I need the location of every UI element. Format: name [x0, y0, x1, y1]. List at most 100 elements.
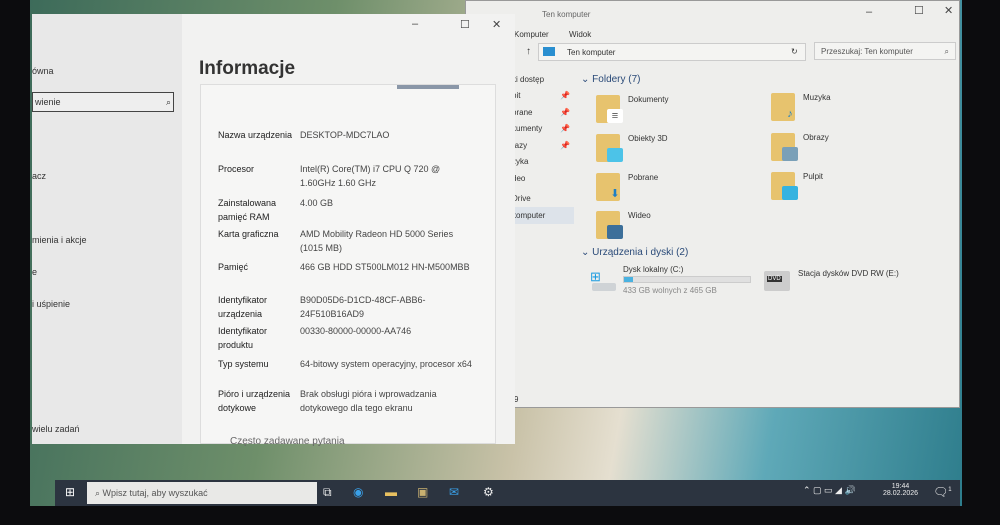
- spec-row: Identyfikator produktu 00330-80000-00000-…: [218, 324, 478, 352]
- tab-widok[interactable]: Widok: [569, 30, 591, 39]
- folder-pobrane[interactable]: ⬇ Pobrane: [596, 173, 658, 201]
- tab-komputer[interactable]: Komputer: [514, 30, 549, 39]
- maximize-button[interactable]: ☐: [914, 4, 924, 17]
- maximize-button[interactable]: ☐: [460, 18, 470, 31]
- sidebar-item-power-sleep[interactable]: i uśpienie: [32, 299, 70, 309]
- minimize-button[interactable]: –: [412, 18, 418, 30]
- spec-label: Karta graficzna: [218, 229, 279, 239]
- sidebar-item[interactable]: acz: [32, 171, 46, 181]
- page-title: Informacje: [199, 58, 296, 79]
- folder-obiekty-3d[interactable]: Obiekty 3D: [596, 134, 668, 162]
- navigation-pane: ki dostęp pit 📌 orane 📌 kumenty 📌 razy 📌 zyk…: [506, 71, 574, 224]
- settings-sidebar: ówna wienie ⌕ acz mienia i akcje e i uśpi…: [32, 14, 182, 444]
- scroll-indicator[interactable]: [397, 85, 459, 89]
- search-icon: ⌕: [165, 97, 171, 107]
- music-icon: ♪: [771, 93, 795, 121]
- nav-item[interactable]: Drive: [506, 191, 574, 208]
- system-tray-icons[interactable]: ⌃ ▢ ▭ ◢ 🔊: [803, 485, 856, 496]
- drive-c-usage-bar: [623, 276, 751, 283]
- document-icon: ≡: [596, 95, 623, 123]
- folder-pulpit[interactable]: Pulpit: [771, 172, 823, 200]
- spec-row: Typ systemu 64-bitowy system operacyjny, …: [218, 357, 478, 371]
- spec-value: DESKTOP-MDC7LAO: [300, 130, 390, 140]
- spec-value: 466 GB HDD ST500LM012 HN-M500MBB: [300, 262, 470, 272]
- store-icon[interactable]: ▣: [417, 485, 428, 499]
- file-explorer-window: Ten komputer – ☐ ✕ Komputer Widok ↑ Ten …: [465, 0, 960, 408]
- nav-item[interactable]: zyka: [506, 154, 574, 171]
- spec-value: 64-bitowy system operacyjny, procesor x6…: [300, 359, 472, 369]
- nav-item[interactable]: kumenty 📌: [506, 121, 574, 138]
- search-icon: ⌕: [95, 488, 103, 498]
- cube-icon: [596, 134, 623, 162]
- search-placeholder: Przeszukaj: Ten komputer: [821, 47, 913, 56]
- folders-group-header[interactable]: ⌄ Foldery (7): [581, 74, 641, 85]
- folder-obrazy[interactable]: Obrazy: [771, 133, 829, 161]
- minimize-button[interactable]: –: [866, 6, 872, 18]
- spec-row: Zainstalowana pamięć RAM 4.00 GB: [218, 196, 478, 224]
- window-title: Ten komputer: [542, 10, 591, 19]
- folder-wideo[interactable]: Wideo: [596, 211, 651, 239]
- spec-row: Identyfikator urządzenia B90D05D6-D1CD-48…: [218, 293, 478, 321]
- spec-row: Procesor Intel(R) Core(TM) i7 CPU Q 720 @…: [218, 162, 478, 190]
- notification-center-icon[interactable]: 🗨1: [933, 485, 952, 499]
- computer-icon: [543, 47, 555, 56]
- spec-value: B90D05D6-D1CD-48CF-ABB6-24F510B16AD9: [300, 295, 426, 319]
- address-bar[interactable]: Ten komputer ↻: [538, 43, 806, 61]
- clock[interactable]: 19:44 28.02.2026: [883, 483, 918, 497]
- drive-c-name: Dysk lokalny (C:): [623, 265, 684, 274]
- spec-label: Pióro i urządzenia dotykowe: [218, 389, 291, 413]
- folder-dokumenty[interactable]: ≡ Dokumenty: [596, 95, 668, 123]
- spec-label: Typ systemu: [218, 359, 269, 369]
- spec-label: Zainstalowana pamięć RAM: [218, 198, 277, 222]
- refresh-icon[interactable]: ↻: [791, 47, 798, 56]
- spec-row: Karta graficzna AMD Mobility Radeon HD 50…: [218, 227, 478, 255]
- spec-value: Brak obsługi pióra i wprowadzania dotyko…: [300, 389, 437, 413]
- close-button[interactable]: ✕: [944, 4, 953, 17]
- download-icon: ⬇: [596, 173, 620, 201]
- sidebar-item-multitasking[interactable]: wielu zadań: [32, 424, 80, 434]
- sidebar-item-notifications[interactable]: mienia i akcje: [32, 235, 87, 245]
- spec-value: AMD Mobility Radeon HD 5000 Series (1015…: [300, 229, 454, 253]
- mail-icon[interactable]: ✉: [449, 485, 459, 499]
- spec-label: Identyfikator produktu: [218, 326, 268, 350]
- folder-muzyka[interactable]: ♪ Muzyka: [771, 93, 831, 121]
- nav-item[interactable]: razy 📌: [506, 137, 574, 154]
- task-view-icon[interactable]: ⧉: [323, 485, 332, 500]
- file-explorer-icon[interactable]: ▬: [385, 485, 397, 499]
- spec-label: Procesor: [218, 164, 255, 174]
- nav-item[interactable]: orane 📌: [506, 104, 574, 121]
- pin-icon: 📌: [560, 124, 570, 134]
- settings-content: – ☐ ✕ Informacje Nazwa urządzenia DESKTOP…: [182, 14, 515, 447]
- picture-icon: [771, 133, 798, 161]
- spec-value: 4.00 GB: [300, 198, 334, 208]
- spec-label: Pamięć: [218, 262, 249, 272]
- spec-value: Intel(R) Core(TM) i7 CPU Q 720 @ 1.60GHz…: [300, 164, 441, 188]
- spec-row: Pióro i urządzenia dotykowe Brak obsługi …: [218, 387, 478, 415]
- edge-icon[interactable]: ◉: [353, 485, 363, 499]
- taskbar-search-input[interactable]: ⌕ Wpisz tutaj, aby wyszukać: [87, 482, 317, 504]
- nav-item-selected[interactable]: komputer: [506, 207, 574, 224]
- sidebar-item-home[interactable]: ówna: [32, 66, 54, 76]
- start-button[interactable]: ⊞: [65, 485, 75, 499]
- sidebar-item[interactable]: e: [32, 267, 37, 277]
- settings-search-input[interactable]: wienie ⌕: [32, 92, 174, 112]
- film-icon: [596, 211, 623, 239]
- spec-label: Identyfikator urządzenia: [218, 295, 268, 319]
- settings-window: ówna wienie ⌕ acz mienia i akcje e i uśpi…: [32, 14, 515, 447]
- nav-item[interactable]: deo: [506, 170, 574, 187]
- close-button[interactable]: ✕: [492, 18, 501, 31]
- search-input[interactable]: Przeszukaj: Ten komputer ⌕: [814, 42, 956, 60]
- spec-row: Pamięć 466 GB HDD ST500LM012 HN-M500MBB: [218, 260, 478, 274]
- nav-item[interactable]: ki dostęp: [506, 71, 574, 88]
- pin-icon: 📌: [560, 140, 570, 150]
- drive-e-name: Stacja dysków DVD RW (E:): [798, 269, 899, 278]
- pin-icon: 📌: [560, 107, 570, 117]
- drive-c[interactable]: ⊞: [588, 269, 618, 293]
- up-arrow-icon[interactable]: ↑: [526, 46, 531, 57]
- title-bar: Ten komputer – ☐ ✕: [466, 1, 959, 27]
- spec-row: Nazwa urządzenia DESKTOP-MDC7LAO: [218, 128, 478, 142]
- nav-item[interactable]: pit 📌: [506, 88, 574, 105]
- drives-group-header[interactable]: ⌄ Urządzenia i dyski (2): [581, 247, 688, 258]
- settings-gear-icon[interactable]: ⚙: [483, 485, 494, 499]
- dvd-drive-icon[interactable]: DVD: [764, 271, 790, 291]
